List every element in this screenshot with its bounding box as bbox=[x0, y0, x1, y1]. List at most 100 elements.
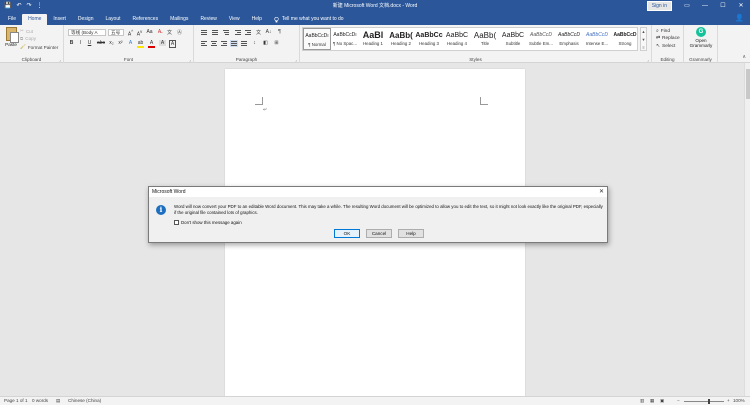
ok-button[interactable]: OK bbox=[334, 229, 360, 238]
paragraph-launcher-icon[interactable]: ⌟ bbox=[295, 57, 297, 62]
vertical-scrollbar[interactable] bbox=[744, 63, 750, 396]
sign-in-button[interactable]: Sign in bbox=[646, 1, 672, 11]
redo-icon[interactable]: ↷ bbox=[27, 0, 32, 12]
char-border-icon[interactable]: A bbox=[169, 40, 176, 48]
cut-button[interactable]: ✂ Cut bbox=[20, 28, 33, 34]
word-count[interactable]: 0 words bbox=[32, 398, 48, 404]
grammarly-group: Grammarly bbox=[684, 25, 718, 63]
proofing-icon[interactable]: ▤ bbox=[56, 398, 60, 404]
scrollbar-thumb[interactable] bbox=[746, 69, 750, 99]
highlight-icon[interactable]: ab bbox=[137, 40, 144, 48]
tab-file[interactable]: File bbox=[2, 14, 22, 25]
chinese-layout-icon[interactable]: 文 bbox=[255, 29, 262, 36]
char-shading-icon[interactable]: A bbox=[159, 40, 166, 46]
zoom-slider[interactable] bbox=[684, 401, 724, 402]
replace-label: Replace bbox=[662, 36, 680, 41]
copy-button[interactable]: ⧉ Copy bbox=[20, 36, 36, 41]
maximize-icon[interactable]: ☐ bbox=[714, 0, 732, 12]
format-painter-button[interactable]: 🖌 Format Painter bbox=[20, 44, 58, 50]
underline-button[interactable]: U bbox=[86, 40, 93, 46]
share-icon[interactable]: 👤 bbox=[735, 14, 744, 22]
italic-button[interactable]: I bbox=[77, 40, 84, 46]
increase-indent-icon[interactable] bbox=[244, 29, 252, 36]
zoom-level[interactable]: 100% bbox=[733, 398, 745, 404]
align-right-icon[interactable] bbox=[220, 40, 228, 47]
change-case-icon[interactable]: Aa bbox=[146, 29, 153, 35]
read-mode-icon[interactable]: ▥ bbox=[640, 398, 644, 404]
page-count[interactable]: Page 1 of 1 bbox=[4, 398, 28, 404]
save-icon[interactable]: 💾 bbox=[4, 0, 11, 12]
tab-references[interactable]: References bbox=[127, 14, 165, 25]
align-center-icon[interactable] bbox=[210, 40, 218, 47]
enclose-char-icon[interactable]: Ⓐ bbox=[176, 29, 183, 36]
justify-icon[interactable] bbox=[230, 40, 238, 47]
font-color-icon[interactable]: A bbox=[148, 40, 155, 48]
undo-icon[interactable]: ↶ bbox=[16, 0, 21, 12]
text-effects-icon[interactable]: A bbox=[127, 40, 134, 46]
tab-mailings[interactable]: Mailings bbox=[164, 14, 194, 25]
web-layout-icon[interactable]: ▣ bbox=[660, 398, 664, 404]
paste-button[interactable]: Paste bbox=[4, 27, 19, 47]
minimize-icon[interactable]: — bbox=[696, 0, 714, 12]
status-bar: Page 1 of 1 0 words ▤ Chinese (China) ▥ … bbox=[0, 396, 750, 405]
find-button[interactable]: ⌕ Find bbox=[656, 28, 671, 35]
sort-icon[interactable]: A↓ bbox=[265, 29, 272, 35]
distributed-icon[interactable] bbox=[240, 40, 248, 47]
tell-me-box[interactable]: Tell me what you want to do bbox=[268, 14, 344, 25]
lightbulb-icon bbox=[274, 16, 279, 22]
tab-view[interactable]: View bbox=[223, 14, 246, 25]
font-size-select[interactable]: 五号 bbox=[108, 29, 124, 36]
checkbox-box[interactable] bbox=[174, 220, 179, 225]
tab-help[interactable]: Help bbox=[246, 14, 268, 25]
shading-icon[interactable]: ◧ bbox=[262, 40, 269, 46]
select-label: Select bbox=[662, 44, 676, 49]
language-indicator[interactable]: Chinese (China) bbox=[68, 398, 101, 404]
zoom-in-button[interactable]: + bbox=[727, 398, 730, 404]
superscript-button[interactable]: x² bbox=[117, 40, 124, 46]
cursor-icon: ↖ bbox=[656, 44, 661, 49]
tab-layout[interactable]: Layout bbox=[100, 14, 127, 25]
grammarly-group-label: Grammarly bbox=[689, 57, 712, 62]
borders-icon[interactable]: ⊞ bbox=[273, 40, 280, 46]
show-marks-icon[interactable]: ¶ bbox=[276, 29, 283, 35]
find-label: Find bbox=[660, 28, 671, 34]
align-left-icon[interactable] bbox=[200, 40, 208, 47]
clear-format-icon[interactable]: A̶ bbox=[156, 29, 163, 35]
bullets-icon[interactable] bbox=[200, 29, 208, 36]
font-name-select[interactable]: 等线 (Body A bbox=[68, 29, 106, 36]
dialog-close-icon[interactable]: ✕ bbox=[599, 188, 604, 195]
collapse-ribbon-icon[interactable]: ∧ bbox=[742, 54, 746, 60]
tab-design[interactable]: Design bbox=[72, 14, 100, 25]
strikethrough-button[interactable]: abc bbox=[96, 40, 106, 46]
replace-button[interactable]: ⇄ Replace bbox=[656, 36, 680, 41]
clipboard-icon bbox=[5, 27, 19, 43]
window-title: 新建 Microsoft Word 文档.docx - Word bbox=[332, 3, 418, 9]
ribbon-display-options-icon[interactable]: ▭ bbox=[678, 0, 696, 12]
zoom-slider-handle[interactable] bbox=[708, 399, 710, 404]
select-button[interactable]: ↖ Select bbox=[656, 44, 675, 49]
cancel-button[interactable]: Cancel bbox=[366, 229, 392, 238]
styles-launcher-icon[interactable]: ⌟ bbox=[647, 57, 649, 62]
clipboard-launcher-icon[interactable]: ⌟ bbox=[59, 57, 61, 62]
margin-corner-mark bbox=[255, 97, 263, 105]
subscript-button[interactable]: x₂ bbox=[108, 40, 115, 46]
grow-font-icon[interactable]: A^ bbox=[127, 29, 134, 38]
zoom-out-button[interactable]: − bbox=[677, 398, 680, 404]
print-layout-icon[interactable]: ▦ bbox=[650, 398, 654, 404]
phonetic-guide-icon[interactable]: 文 bbox=[166, 29, 173, 36]
ribbon: Paste ✂ Cut ⧉ Copy 🖌 Format Painter Clip… bbox=[0, 25, 750, 63]
dont-show-again-checkbox[interactable]: Don't show this message again bbox=[174, 220, 242, 225]
tab-home[interactable]: Home bbox=[22, 14, 48, 25]
multilevel-list-icon[interactable] bbox=[222, 29, 230, 36]
close-icon[interactable]: ✕ bbox=[732, 0, 750, 12]
tab-review[interactable]: Review bbox=[194, 14, 222, 25]
help-button[interactable]: Help bbox=[398, 229, 424, 238]
numbering-icon[interactable] bbox=[211, 29, 219, 36]
customize-qat-icon[interactable]: ⋮ bbox=[37, 0, 43, 12]
line-spacing-icon[interactable]: ↕ bbox=[251, 40, 258, 46]
shrink-font-icon[interactable]: Av bbox=[136, 29, 143, 38]
tab-insert[interactable]: Insert bbox=[47, 14, 72, 25]
decrease-indent-icon[interactable] bbox=[234, 29, 242, 36]
font-launcher-icon[interactable]: ⌟ bbox=[189, 57, 191, 62]
bold-button[interactable]: B bbox=[68, 40, 75, 46]
